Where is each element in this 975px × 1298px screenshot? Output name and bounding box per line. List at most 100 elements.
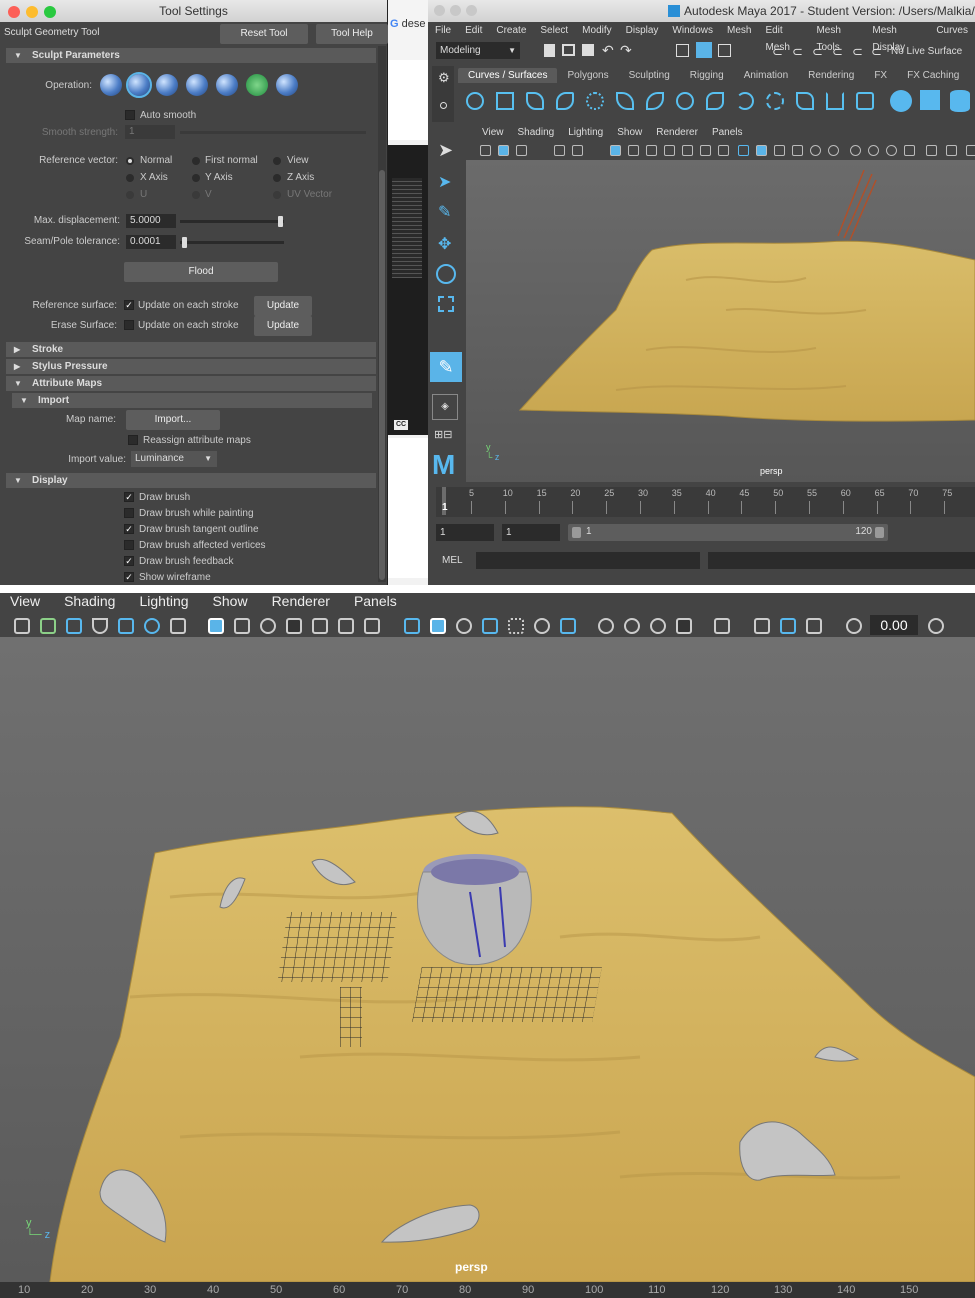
- display-option-checkbox[interactable]: ✓: [124, 524, 134, 534]
- range-end-handle[interactable]: [875, 527, 884, 538]
- save-scene-icon[interactable]: [582, 44, 594, 56]
- ref-normal-radio[interactable]: [126, 157, 134, 165]
- grid-icon[interactable]: [610, 145, 621, 156]
- two-d-pan-icon[interactable]: [144, 618, 160, 634]
- shaded-wireframe-icon[interactable]: [774, 145, 785, 156]
- max-displacement-handle[interactable]: [278, 216, 283, 227]
- lights-icon[interactable]: [534, 618, 550, 634]
- nurbs-sphere-icon[interactable]: [890, 90, 912, 112]
- camera-lock-icon[interactable]: [40, 618, 56, 634]
- select-hierarchy-icon[interactable]: [676, 44, 689, 57]
- lift-operation-icon[interactable]: [276, 74, 298, 96]
- pencil-curve-icon[interactable]: [616, 92, 634, 110]
- seam-pole-field[interactable]: 0.0001: [126, 235, 176, 249]
- snap-view-icon[interactable]: ⊂: [832, 44, 843, 60]
- scale-tool-icon[interactable]: [438, 296, 454, 312]
- camera-attributes-icon[interactable]: [66, 618, 82, 634]
- rotate-tool-icon[interactable]: [436, 264, 456, 284]
- snap-surface-icon[interactable]: ⊂: [852, 44, 863, 60]
- panel-menu-item[interactable]: Show: [609, 127, 648, 138]
- cc-icon[interactable]: CC: [394, 420, 408, 430]
- detach-curve-icon[interactable]: [706, 92, 724, 110]
- resolution-gate-icon[interactable]: [646, 145, 657, 156]
- display-option-checkbox[interactable]: [124, 540, 134, 550]
- ref-y-axis-radio[interactable]: [192, 174, 200, 182]
- live-surface-icon[interactable]: ⊂: [871, 44, 882, 60]
- xray-joints-icon[interactable]: [966, 145, 975, 156]
- open-scene-icon[interactable]: [562, 44, 575, 56]
- ref-z-axis-radio[interactable]: [273, 174, 281, 182]
- flood-button[interactable]: Flood: [124, 262, 278, 282]
- camera-icon[interactable]: [14, 618, 30, 634]
- close-icon[interactable]: [434, 5, 445, 16]
- menu-edit[interactable]: Edit: [458, 22, 489, 39]
- layout-single-icon[interactable]: ◈: [432, 394, 458, 420]
- maximize-icon[interactable]: [466, 5, 477, 16]
- minimize-icon[interactable]: [26, 6, 38, 18]
- pinch-operation-icon[interactable]: [216, 74, 238, 96]
- snap-grid-icon[interactable]: ⊂: [772, 44, 783, 60]
- menu-select[interactable]: Select: [533, 22, 575, 39]
- display-section[interactable]: ▼ Display: [6, 473, 376, 488]
- isolate-select-icon[interactable]: [714, 618, 730, 634]
- scrollbar-thumb[interactable]: [379, 170, 385, 580]
- bookmark-icon[interactable]: [92, 618, 108, 634]
- image-plane-icon[interactable]: [554, 145, 565, 156]
- gamma-icon[interactable]: [928, 618, 944, 634]
- pull-operation-icon[interactable]: [126, 72, 152, 98]
- xray-icon[interactable]: [754, 618, 770, 634]
- image-plane-icon[interactable]: [118, 618, 134, 634]
- smooth-shade-icon[interactable]: [756, 145, 767, 156]
- panel-menu-item[interactable]: Lighting: [560, 127, 609, 138]
- gate-mask-icon[interactable]: [286, 618, 302, 634]
- field-chart-icon[interactable]: [682, 145, 693, 156]
- exposure-field[interactable]: 0.00: [870, 615, 918, 635]
- clay-pot[interactable]: [417, 854, 532, 965]
- menu-curves[interactable]: Curves: [929, 22, 975, 39]
- max-displacement-slider[interactable]: [180, 220, 284, 223]
- new-scene-icon[interactable]: [544, 44, 555, 57]
- display-option-checkbox[interactable]: ✓: [124, 572, 134, 582]
- erase-surface-checkbox[interactable]: [124, 320, 134, 330]
- menu-windows[interactable]: Windows: [665, 22, 720, 39]
- shelf-tab[interactable]: Animation: [734, 68, 798, 83]
- panel-menu-item[interactable]: Renderer: [648, 127, 704, 138]
- menu-mesh-tools[interactable]: Mesh Tools: [809, 22, 865, 53]
- import-value-dropdown[interactable]: Luminance ▼: [131, 451, 217, 467]
- erase-update-button[interactable]: Update: [254, 316, 312, 336]
- move-tool-icon[interactable]: ✥: [438, 234, 451, 254]
- terrain-plane-top[interactable]: [466, 160, 975, 482]
- paint-select-icon[interactable]: ✎: [438, 202, 451, 222]
- reassign-checkbox[interactable]: [128, 435, 138, 445]
- safe-action-icon[interactable]: [700, 145, 711, 156]
- redo-icon[interactable]: ↷: [620, 42, 632, 59]
- menu-file[interactable]: File: [428, 22, 458, 39]
- terrain-scene[interactable]: [0, 637, 975, 1283]
- ref-u-radio[interactable]: [126, 191, 134, 199]
- time-ruler[interactable]: 10 20 30 40 50 60 70 80 90 100 110 120 130 140 150: [0, 1282, 975, 1298]
- panel-menu-item[interactable]: Shading: [54, 593, 115, 609]
- lasso-tool-icon[interactable]: ➤: [438, 172, 451, 192]
- smooth-strength-slider[interactable]: [180, 131, 366, 134]
- seam-pole-handle[interactable]: [182, 237, 187, 248]
- ref-first-normal-radio[interactable]: [192, 157, 200, 165]
- gate-mask-icon[interactable]: [664, 145, 675, 156]
- extend-curve-icon[interactable]: [766, 92, 784, 110]
- menu-modify[interactable]: Modify: [575, 22, 618, 39]
- resolution-gate-icon[interactable]: [260, 618, 276, 634]
- attribute-maps-section[interactable]: ▼ Attribute Maps: [6, 376, 376, 391]
- reference-surface-checkbox[interactable]: ✓: [124, 300, 134, 310]
- panel-menu-item[interactable]: Panels: [344, 593, 397, 609]
- anti-aliasing-icon[interactable]: [650, 618, 666, 634]
- safe-title-icon[interactable]: [364, 618, 380, 634]
- mode-dropdown[interactable]: Modeling ▼: [436, 42, 520, 59]
- shelf-tab[interactable]: Curves / Surfaces: [458, 68, 558, 83]
- nurbs-square-icon[interactable]: [496, 92, 514, 110]
- menu-display[interactable]: Display: [619, 22, 666, 39]
- ref-x-axis-radio[interactable]: [126, 174, 134, 182]
- film-gate-icon[interactable]: [234, 618, 250, 634]
- exposure-icon[interactable]: [846, 618, 862, 634]
- textured-icon[interactable]: [792, 145, 803, 156]
- display-option-checkbox[interactable]: [124, 508, 134, 518]
- panel-menu-item[interactable]: View: [0, 593, 40, 609]
